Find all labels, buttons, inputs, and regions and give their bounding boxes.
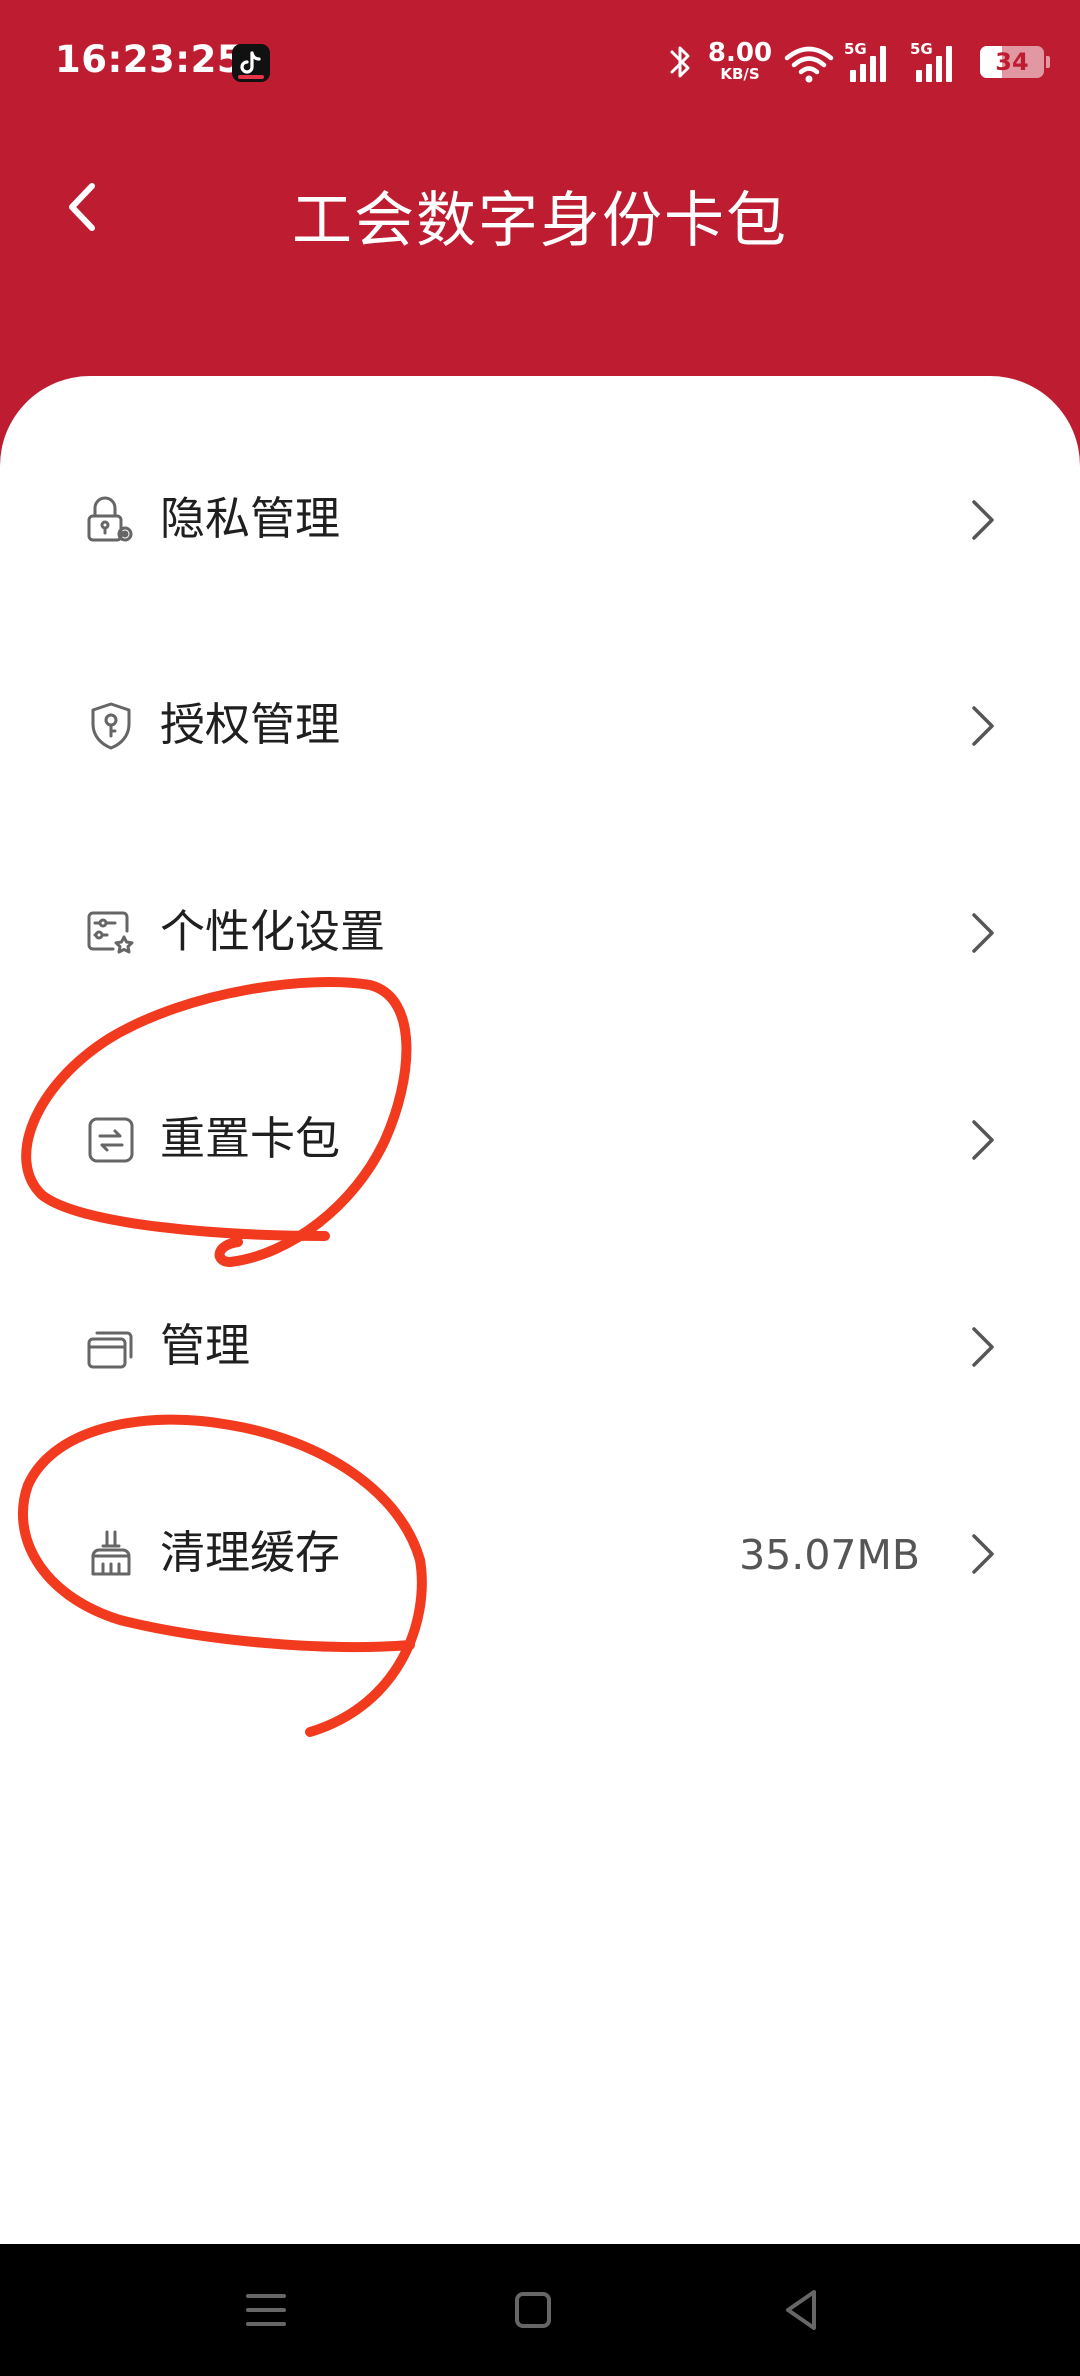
chevron-right-icon: [968, 1116, 998, 1164]
cache-size-value: 35.07MB: [739, 1531, 920, 1579]
menu-item-label: 清理缓存: [160, 1526, 341, 1579]
menu-item-privacy-management[interactable]: 隐私管理: [0, 444, 1080, 594]
chevron-right-icon: [968, 1530, 998, 1578]
menu-item-management[interactable]: 管理: [0, 1271, 1080, 1421]
chevron-right-icon: [968, 1323, 998, 1371]
battery-icon: 34: [980, 46, 1050, 78]
menu-item-personalization-settings[interactable]: 个性化设置: [0, 857, 1080, 1007]
status-bar: 16:23:25 8.00 KB/S 5G 5G 34: [0, 0, 1080, 120]
menu-item-label: 管理: [160, 1319, 251, 1372]
menu-lines-icon: [246, 2294, 286, 2326]
chevron-right-icon: [968, 909, 998, 957]
menu-item-authorization-management[interactable]: 授权管理: [0, 650, 1080, 800]
tiktok-notification-icon: [232, 44, 270, 82]
menu-item-label: 重置卡包: [160, 1112, 341, 1165]
signal-1-icon: 5G: [844, 40, 900, 88]
signal-2-label: 5G: [910, 40, 933, 58]
signal-1-label: 5G: [844, 40, 867, 58]
net-speed-value: 8.00: [707, 38, 773, 68]
page-title: 工会数字身份卡包: [292, 186, 788, 256]
chevron-right-icon: [968, 496, 998, 544]
home-square-icon: [515, 2292, 551, 2328]
menu-item-clear-cache[interactable]: 清理缓存 35.07MB: [0, 1478, 1080, 1628]
net-speed: 8.00 KB/S: [705, 40, 775, 82]
shield-key-icon: [85, 700, 137, 752]
broom-icon: [85, 1528, 137, 1580]
menu-item-label: 隐私管理: [160, 492, 341, 545]
reset-arrows-icon: [85, 1114, 137, 1166]
recent-apps-button[interactable]: [236, 2280, 296, 2340]
battery-tip: [1046, 56, 1050, 68]
status-time: 16:23:25: [55, 38, 244, 81]
navigation-header: 工会数字身份卡包: [0, 150, 1080, 260]
back-triangle-icon: [786, 2290, 816, 2330]
home-button[interactable]: [503, 2280, 563, 2340]
cards-stack-icon: [85, 1321, 137, 1373]
lock-gear-icon: [85, 494, 137, 546]
back-nav-button[interactable]: [772, 2280, 832, 2340]
menu-item-label: 个性化设置: [160, 905, 386, 958]
battery-percent: 34: [995, 48, 1029, 76]
signal-2-icon: 5G: [910, 40, 966, 88]
settings-star-icon: [85, 907, 137, 959]
chevron-right-icon: [968, 702, 998, 750]
menu-item-reset-card-wallet[interactable]: 重置卡包: [0, 1064, 1080, 1214]
bluetooth-icon: [668, 42, 694, 86]
system-navigation-bar: [0, 2244, 1080, 2376]
net-speed-unit: KB/S: [720, 65, 760, 83]
settings-card: 隐私管理 授权管理 个性化设置 重置卡包 管理 清理缓存 35.07MB: [0, 376, 1080, 2244]
menu-item-label: 授权管理: [160, 698, 341, 751]
wifi-icon: [783, 44, 835, 88]
